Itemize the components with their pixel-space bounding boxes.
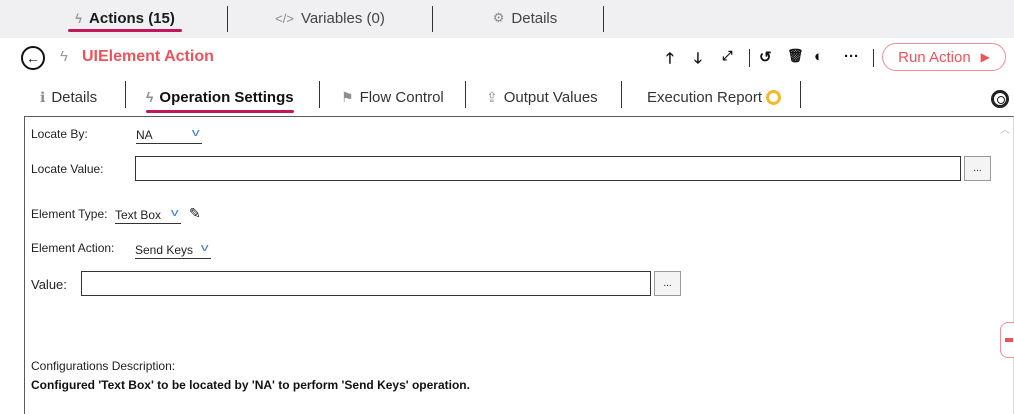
tab-divider: [621, 81, 622, 108]
config-description-text: Configured 'Text Box' to be located by '…: [31, 378, 470, 392]
element-type-dropdown[interactable]: Text Box v: [115, 206, 181, 224]
toolbar-divider: [873, 49, 874, 67]
tab-divider: [319, 81, 320, 108]
chevron-down-icon: v: [170, 207, 179, 219]
locate-value-browse-button[interactable]: ...: [964, 156, 991, 181]
locate-value-input[interactable]: [135, 156, 961, 181]
bolt-icon: ϟ: [146, 89, 154, 105]
element-type-value: Text Box: [115, 207, 162, 222]
move-down-icon[interactable]: 🡓: [694, 48, 702, 73]
tab-flow-control[interactable]: ⚑ Flow Control: [341, 83, 444, 111]
tab-output-values-label: Output Values: [503, 88, 598, 106]
code-icon: </>: [275, 10, 294, 26]
chevron-down-icon: v: [200, 242, 209, 254]
element-action-dropdown[interactable]: Send Keys v: [135, 241, 211, 259]
delete-icon[interactable]: 🗑: [787, 48, 804, 64]
bolt-icon: ϟ: [60, 48, 68, 65]
expand-icon[interactable]: ⤢: [722, 48, 732, 64]
tab-variables-label: Variables (0): [300, 9, 385, 27]
active-tab-underline: [146, 110, 294, 113]
upload-icon: ⇪: [486, 88, 498, 105]
play-icon: ▶: [980, 50, 990, 64]
element-type-label: Element Type:: [31, 207, 108, 221]
top-tab-bar: ϟ Actions (15) </> Variables (0) ⚙ Detai…: [0, 0, 1014, 38]
run-action-button[interactable]: Run Action ▶: [882, 43, 1006, 71]
tab-divider: [227, 6, 228, 32]
tab-details[interactable]: ℹ Details: [40, 83, 97, 111]
chevron-down-icon: v: [191, 127, 200, 139]
tab-operation-settings[interactable]: ϟ Operation Settings: [146, 83, 294, 113]
tab-output-values[interactable]: ⇪ Output Values: [486, 83, 598, 111]
side-panel-handle[interactable]: [1000, 322, 1014, 358]
tab-divider: [465, 81, 466, 108]
gear-icon: ⚙: [492, 10, 505, 25]
tab-execution-report[interactable]: Execution Report: [647, 83, 782, 111]
active-tab-underline: [68, 29, 182, 32]
tab-variables[interactable]: </> Variables (0): [260, 0, 400, 36]
locate-by-dropdown[interactable]: NA v: [136, 126, 202, 144]
signpost-icon: ⚑: [341, 88, 354, 105]
clock-icon: [766, 89, 782, 105]
tab-divider: [125, 81, 126, 108]
undo-icon[interactable]: ↺: [759, 48, 772, 66]
move-up-icon[interactable]: 🡑: [666, 48, 674, 73]
help-lifebuoy-icon[interactable]: [991, 90, 1009, 108]
bolt-icon: ϟ: [75, 10, 83, 26]
action-header: ← ϟ UIElement Action 🡑 🡓 ⤢ ↺ 🗑 ◐ ··· Run…: [16, 38, 1014, 78]
action-title: UIElement Action: [82, 48, 214, 65]
tab-flow-control-label: Flow Control: [359, 88, 444, 106]
tab-details-top-label: Details: [511, 9, 558, 27]
edit-icon[interactable]: ✎: [189, 205, 201, 222]
locate-by-value: NA: [136, 127, 153, 142]
back-arrow-icon[interactable]: ←: [21, 46, 45, 70]
element-action-label: Element Action:: [31, 241, 115, 255]
tab-actions[interactable]: ϟ Actions (15): [60, 0, 190, 36]
tab-actions-label: Actions (15): [89, 9, 175, 27]
tab-operation-settings-label: Operation Settings: [159, 88, 294, 106]
tab-divider: [603, 6, 604, 32]
more-options-icon[interactable]: ···: [844, 48, 859, 65]
info-icon: ℹ: [40, 88, 46, 105]
toggle-icon[interactable]: ◐: [814, 48, 823, 65]
config-description-label: Configurations Description:: [31, 359, 176, 373]
run-action-label: Run Action: [898, 48, 971, 66]
scroll-up-icon[interactable]: ︿: [1000, 121, 1010, 136]
toolbar-divider: [749, 49, 750, 67]
value-input[interactable]: [81, 271, 651, 296]
tab-details-label: Details: [51, 88, 98, 106]
tab-divider: [432, 6, 433, 32]
tab-execution-report-label: Execution Report: [647, 88, 763, 106]
locate-value-label: Locate Value:: [31, 162, 104, 176]
value-browse-button[interactable]: ...: [654, 271, 681, 296]
tab-details-top[interactable]: ⚙ Details: [470, 0, 580, 36]
tab-divider: [800, 81, 801, 108]
operation-settings-content: ︿ Locate By: NA v Locate Value: ... Elem…: [24, 116, 1014, 414]
action-edit-panel: ← ϟ UIElement Action 🡑 🡓 ⤢ ↺ 🗑 ◐ ··· Run…: [16, 38, 1014, 414]
locate-by-label: Locate By:: [31, 127, 88, 141]
value-label: Value:: [31, 277, 67, 292]
element-action-value: Send Keys: [135, 242, 194, 257]
